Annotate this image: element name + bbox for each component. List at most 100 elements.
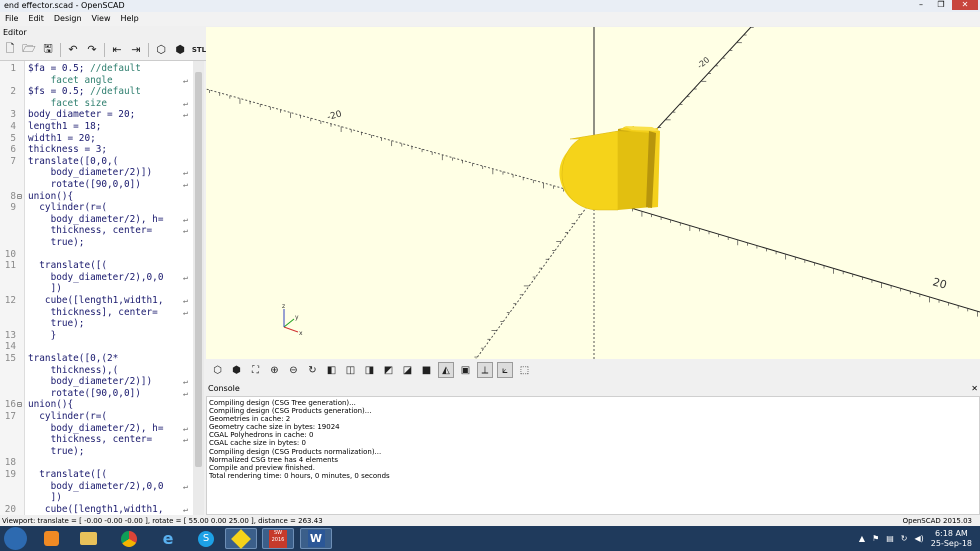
open-icon[interactable]: 🗁 (21, 42, 37, 58)
code-text: cube([length1,width1, (28, 295, 164, 307)
viewport-canvas: -20 20 -20 x y z (206, 27, 980, 359)
sync-icon[interactable]: ↻ (901, 534, 908, 543)
menu-help[interactable]: Help (116, 12, 144, 26)
speaker-icon[interactable]: ◀) (915, 534, 924, 543)
editor-toolbar: 🗋 🗁 🖫 ↶ ↷ ⇤ ⇥ ⬡ ⬢ STL (0, 39, 207, 61)
code-text: facet size (28, 98, 107, 110)
redo-icon[interactable]: ↷ (84, 42, 100, 58)
console-output[interactable]: Compiling design (CSG Tree generation)..… (206, 396, 980, 515)
console-line: Geometry cache size in bytes: 19024 (209, 423, 340, 432)
close-button[interactable]: ✕ (952, 0, 978, 10)
code-token: width1 = 20; (28, 132, 96, 144)
toolbar-divider (104, 42, 105, 57)
view-back-icon[interactable]: ■ (419, 363, 434, 378)
code-token: thickness),( (28, 364, 119, 376)
viewport-status: Viewport: translate = [ -0.00 -0.00 -0.0… (2, 517, 323, 525)
perspective-icon[interactable]: ◭ (438, 362, 454, 378)
chevron-up-icon[interactable]: ▲ (859, 534, 865, 543)
clock[interactable]: 6:18 AM 25-Sep-18 (931, 529, 972, 549)
fold-marker-icon[interactable]: ⊟ (17, 191, 22, 203)
render-icon[interactable]: ⬢ (172, 42, 188, 58)
code-editor[interactable]: 1 $fa = 0.5; //default facet angle ↵ 2 $fs =… (0, 61, 193, 515)
view-front-icon[interactable]: ◪ (400, 363, 415, 378)
code-text: } (28, 330, 57, 342)
code-text: body_diameter = 20; (28, 109, 135, 121)
flag-icon[interactable]: ⚑ (872, 534, 879, 543)
fold-marker-icon[interactable]: ⊟ (17, 399, 22, 411)
openscad-icon[interactable] (225, 528, 257, 549)
code-token: $fs = 0.5; (28, 86, 91, 98)
menu-file[interactable]: File (0, 12, 23, 26)
export-stl-icon[interactable]: STL (191, 42, 207, 58)
line-number: 5 (10, 132, 16, 144)
console-label: Console (208, 384, 240, 393)
solidworks-icon[interactable]: SW 2016 (262, 528, 294, 549)
internet-explorer-icon[interactable]: e (152, 528, 184, 549)
editor-scroll-thumb[interactable] (195, 72, 202, 467)
code-token: cylinder(r=( (28, 202, 108, 214)
line-number: 3 (10, 109, 16, 121)
undo-icon[interactable]: ↶ (65, 42, 81, 58)
svg-text:y: y (295, 314, 299, 321)
rotate-icon[interactable]: ↻ (305, 363, 320, 378)
console-line: Normalized CSG tree has 4 elements (209, 455, 338, 464)
show-edges-icon[interactable]: ⬚ (517, 363, 532, 378)
word-icon[interactable]: W (300, 528, 332, 549)
save-icon[interactable]: 🖫 (40, 42, 56, 58)
wrap-icon: ↵ (183, 180, 188, 189)
axis-label-pos-x: 20 (931, 275, 948, 291)
preview-icon[interactable]: ⬡ (153, 42, 169, 58)
minimize-button[interactable]: – (912, 0, 930, 10)
view-all-icon[interactable]: ⬡ (210, 363, 225, 378)
skype-icon[interactable]: S (190, 528, 222, 549)
media-player-icon[interactable] (35, 528, 67, 549)
view-right-icon[interactable]: ◧ (324, 363, 339, 378)
zoom-fit-icon[interactable]: ⛶ (248, 363, 263, 378)
code-token: ]) (28, 283, 62, 295)
wrap-icon: ↵ (183, 272, 188, 282)
pos-x-axis (593, 196, 980, 313)
network-icon[interactable]: ▤ (886, 534, 894, 543)
orthogonal-icon[interactable]: ▣ (458, 363, 473, 378)
reset-view-icon[interactable]: ⬢ (229, 363, 244, 378)
explorer-icon[interactable] (72, 528, 104, 549)
menu-view[interactable]: View (87, 12, 116, 26)
wrap-icon: ↵ (183, 307, 188, 317)
console-close-icon[interactable]: ✕ (971, 383, 978, 395)
wrap-icon: ↵ (183, 296, 188, 305)
menu-design[interactable]: Design (49, 12, 87, 26)
start-button[interactable] (4, 527, 27, 550)
model-geometry (559, 126, 660, 211)
view-bottom-icon[interactable]: ◨ (362, 363, 377, 378)
indent-icon[interactable]: ⇥ (128, 42, 144, 58)
code-token: translate([( (28, 469, 108, 480)
view-left-icon[interactable]: ◩ (381, 363, 396, 378)
unindent-icon[interactable]: ⇤ (109, 42, 125, 58)
zoom-in-icon[interactable]: ⊕ (267, 363, 282, 378)
new-icon[interactable]: 🗋 (2, 42, 18, 58)
code-token: rotate([90,0,0]) (28, 179, 141, 190)
line-number: 20 (4, 503, 16, 515)
show-scale-icon[interactable]: ⟀ (497, 362, 513, 378)
menu-edit[interactable]: Edit (23, 12, 49, 26)
axis-label-pos-y: -20 (696, 55, 712, 70)
chrome-icon[interactable] (113, 528, 145, 549)
code-text: union(){ (28, 191, 73, 203)
line-number: 6 (10, 144, 16, 156)
code-text: true); (28, 318, 85, 330)
zoom-out-icon[interactable]: ⊖ (286, 363, 301, 378)
code-token: thickness], center= (28, 306, 158, 318)
code-text: ]) (28, 492, 62, 504)
code-text: thickness, center= (28, 434, 153, 446)
wrap-icon: ↵ (183, 110, 188, 120)
code-text: translate([( (28, 469, 107, 481)
code-token: cube([length1,width1, (28, 295, 164, 306)
maximize-button[interactable]: ❐ (932, 0, 950, 10)
code-text: thickness], center= (28, 307, 158, 319)
3d-viewport[interactable]: -20 20 -20 x y z (206, 27, 980, 359)
show-axes-icon[interactable]: ⟂ (477, 362, 493, 378)
code-text: rotate([90,0,0]) (28, 388, 141, 400)
clock-time: 6:18 AM (934, 528, 968, 538)
line-number: 12 (4, 295, 16, 306)
view-top-icon[interactable]: ◫ (343, 363, 358, 378)
